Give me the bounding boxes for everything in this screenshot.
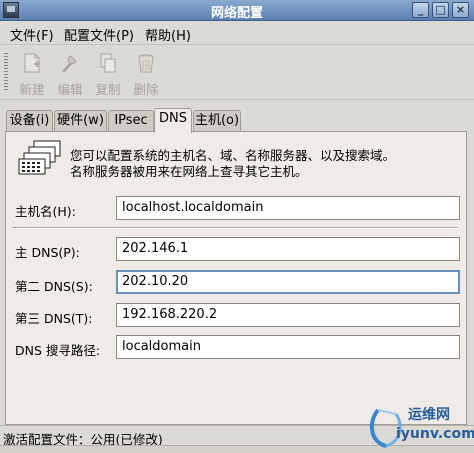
secondary-dns-input[interactable]: 202.10.20	[116, 270, 460, 294]
tab-dns[interactable]: DNS	[154, 108, 192, 133]
server-list-icon	[18, 140, 61, 175]
primary-dns-label: 主 DNS(P):	[15, 245, 80, 260]
delete-label: 删除	[133, 82, 159, 97]
primary-dns-input[interactable]: 202.146.1	[116, 237, 460, 261]
copy-icon	[100, 53, 116, 73]
copy-button[interactable]: 复制	[88, 49, 128, 97]
new-label: 新建	[19, 82, 45, 97]
minimize-button[interactable]: _	[412, 2, 429, 18]
menu-profile[interactable]: 配置文件(P)	[64, 25, 134, 44]
watermark-brand: 运维网	[408, 407, 450, 423]
title-bar[interactable]: 网络配置 _ □ ×	[0, 0, 474, 21]
hostname-label: 主机名(H):	[15, 204, 76, 219]
tab-devices[interactable]: 设备(i)	[6, 110, 53, 132]
close-icon: ×	[455, 3, 466, 16]
menu-bar: 文件(F) 配置文件(P) 帮助(H)	[0, 21, 474, 45]
tertiary-dns-label: 第三 DNS(T):	[15, 311, 93, 326]
secondary-dns-label: 第二 DNS(S):	[15, 279, 93, 294]
watermark: 运维网 iyunv.com	[366, 400, 474, 452]
network-config-window: 网络配置 _ □ × 文件(F) 配置文件(P) 帮助(H) 新建 编辑 复制 …	[0, 0, 474, 453]
tab-hardware[interactable]: 硬件(w)	[54, 110, 107, 132]
menu-help[interactable]: 帮助(H)	[145, 25, 191, 44]
info-line-2: 名称服务器被用来在网络上查寻其它主机。	[70, 164, 308, 179]
toolbar: 新建 编辑 复制 删除	[0, 45, 474, 100]
maximize-button[interactable]: □	[432, 2, 449, 18]
tertiary-dns-input[interactable]: 192.168.220.2	[116, 303, 460, 327]
info-line-1: 您可以配置系统的主机名、域、名称服务器、以及搜索域。	[70, 148, 396, 163]
edit-button[interactable]: 编辑	[50, 49, 90, 97]
delete-icon	[138, 54, 154, 73]
separator	[12, 227, 458, 229]
tab-ipsec[interactable]: IPsec	[108, 110, 154, 132]
delete-button[interactable]: 删除	[126, 49, 166, 97]
menu-file[interactable]: 文件(F)	[10, 25, 54, 44]
minimize-icon: _	[417, 3, 424, 16]
search-path-input[interactable]: localdomain	[116, 335, 460, 359]
dns-info-text: 您可以配置系统的主机名、域、名称服务器、以及搜索域。 名称服务器被用来在网络上查…	[70, 148, 395, 180]
window-title: 网络配置	[210, 6, 263, 21]
dns-panel: 您可以配置系统的主机名、域、名称服务器、以及搜索域。 名称服务器被用来在网络上查…	[5, 131, 467, 425]
watermark-domain: iyunv.com	[396, 426, 474, 442]
tab-hosts[interactable]: 主机(o)	[193, 110, 241, 132]
toolbar-handle[interactable]	[4, 53, 8, 91]
close-button[interactable]: ×	[452, 2, 469, 18]
new-icon	[24, 53, 40, 73]
search-path-label: DNS 搜寻路径:	[15, 343, 101, 358]
hostname-input[interactable]: localhost.localdomain	[116, 196, 460, 220]
edit-icon	[62, 55, 77, 73]
copy-label: 复制	[95, 82, 121, 97]
new-button[interactable]: 新建	[12, 49, 52, 97]
edit-label: 编辑	[57, 82, 83, 97]
maximize-icon: □	[435, 3, 446, 16]
